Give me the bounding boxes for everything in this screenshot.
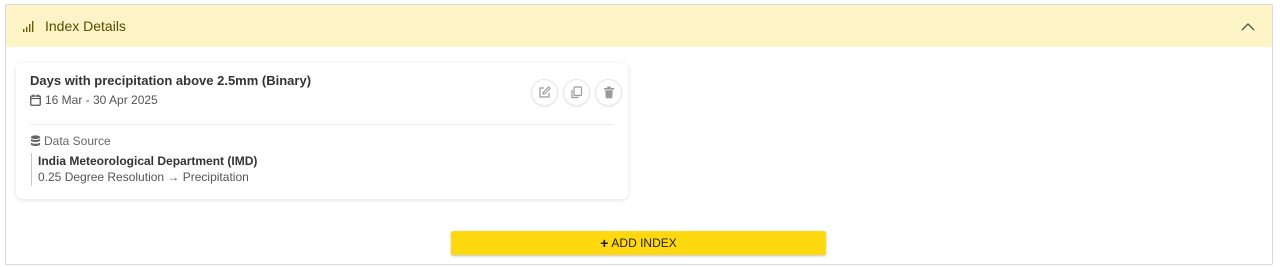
calendar-icon — [30, 94, 41, 106]
date-range: 16 Mar - 30 Apr 2025 — [45, 93, 158, 107]
index-card: Days with precipitation above 2.5mm (Bin… — [16, 63, 628, 199]
database-icon — [30, 135, 41, 146]
plus-icon: + — [600, 235, 609, 251]
data-source-info: India Meteorological Department (IMD) 0.… — [31, 153, 257, 186]
edit-icon — [539, 86, 551, 98]
section-title: Index Details — [45, 18, 126, 34]
data-source-name: India Meteorological Department (IMD) — [38, 154, 258, 168]
card-actions — [531, 79, 622, 106]
copy-button[interactable] — [563, 79, 590, 106]
data-source-label: Data Source — [44, 134, 111, 148]
copy-icon — [571, 86, 583, 99]
date-range-row: 16 Mar - 30 Apr 2025 — [30, 93, 614, 107]
index-title: Days with precipitation above 2.5mm (Bin… — [30, 73, 312, 88]
add-index-label: ADD INDEX — [611, 236, 677, 250]
index-details-panel: Index Details Days with precipitation ab… — [5, 4, 1273, 265]
card-divider — [30, 124, 614, 125]
data-source-detail: 0.25 Degree Resolution → Precipitation — [38, 170, 249, 184]
add-index-button[interactable]: + ADD INDEX — [451, 231, 826, 255]
chevron-up-icon[interactable] — [1240, 18, 1256, 34]
bar-chart-icon — [22, 20, 35, 33]
data-source-label-row: Data Source — [30, 134, 111, 148]
index-details-header[interactable]: Index Details — [6, 5, 1272, 47]
delete-icon — [603, 86, 614, 99]
edit-button[interactable] — [531, 79, 558, 106]
delete-button[interactable] — [595, 79, 622, 106]
